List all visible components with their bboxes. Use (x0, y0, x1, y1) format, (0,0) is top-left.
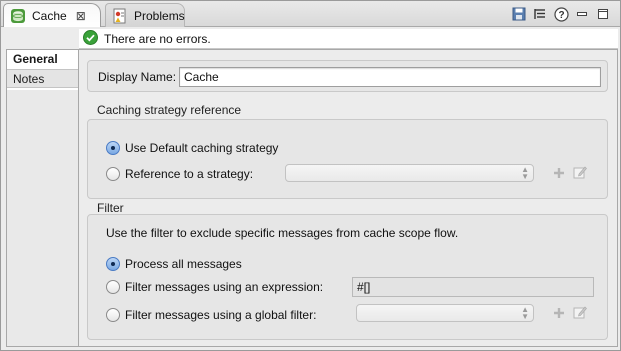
radio-button[interactable] (106, 257, 120, 271)
radio-process-all[interactable]: Process all messages (106, 257, 242, 271)
display-name-input[interactable]: Cache (179, 67, 601, 87)
help-icon[interactable]: ? (552, 5, 570, 23)
problems-icon (112, 8, 128, 24)
radio-button[interactable] (106, 280, 120, 294)
expression-input[interactable]: #[] (352, 277, 594, 297)
tab-problems-label: Problems (134, 8, 185, 23)
add-icon[interactable] (552, 306, 566, 320)
radio-filter-expression-label: Filter messages using an expression: (125, 280, 324, 294)
status-text: There are no errors. (104, 31, 211, 46)
strategy-select[interactable]: ▲ ▼ (285, 164, 534, 182)
save-icon[interactable] (510, 5, 528, 23)
tab-problems[interactable]: Problems (105, 3, 185, 27)
edit-icon[interactable] (573, 165, 587, 179)
nav-empty-area (7, 90, 78, 346)
radio-default-strategy[interactable]: Use Default caching strategy (106, 141, 278, 155)
nav-item-label: General (13, 52, 58, 66)
radio-reference-strategy[interactable]: Reference to a strategy: (106, 167, 253, 181)
section-nav: General Notes (6, 49, 78, 347)
updown-arrows-icon: ▲ ▼ (521, 165, 529, 181)
nav-item-general[interactable]: General (7, 50, 78, 69)
database-icon (10, 8, 26, 24)
caching-strategy-group: Use Default caching strategy Reference t… (87, 119, 608, 199)
minimize-icon[interactable] (573, 5, 591, 23)
editor-window: Cache ⊠ Problems ? There are no errors. … (0, 0, 621, 351)
filter-title: Filter (97, 201, 124, 215)
close-icon[interactable]: ⊠ (76, 9, 86, 23)
validation-status: There are no errors. (79, 29, 618, 49)
nav-item-label: Notes (13, 72, 45, 86)
tab-bar: Cache ⊠ Problems ? (1, 1, 620, 27)
radio-button[interactable] (106, 141, 120, 155)
check-circle-icon (83, 29, 98, 48)
general-panel: Display Name: Cache Caching strategy ref… (78, 49, 618, 347)
radio-default-strategy-label: Use Default caching strategy (125, 141, 279, 155)
display-name-group: Display Name: Cache (87, 60, 608, 92)
filter-group: Use the filter to exclude specific messa… (87, 214, 608, 340)
tab-cache[interactable]: Cache ⊠ (3, 3, 101, 27)
filter-description: Use the filter to exclude specific messa… (106, 226, 459, 240)
radio-button[interactable] (106, 308, 120, 322)
tab-cache-label: Cache (32, 8, 67, 23)
global-filter-select[interactable]: ▲ ▼ (356, 304, 534, 322)
nav-item-notes[interactable]: Notes (7, 69, 78, 88)
edit-icon[interactable] (573, 305, 587, 319)
maximize-icon[interactable] (594, 5, 612, 23)
svg-text:?: ? (558, 10, 564, 21)
radio-reference-strategy-label: Reference to a strategy: (125, 167, 254, 181)
radio-filter-expression[interactable]: Filter messages using an expression: (106, 280, 323, 294)
outline-icon[interactable] (531, 5, 549, 23)
radio-filter-global[interactable]: Filter messages using a global filter: (106, 308, 316, 322)
updown-arrows-icon: ▲ ▼ (521, 305, 529, 321)
editor-toolbar: ? (510, 5, 612, 23)
radio-filter-global-label: Filter messages using a global filter: (125, 308, 317, 322)
radio-process-all-label: Process all messages (125, 257, 242, 271)
add-icon[interactable] (552, 166, 566, 180)
radio-button[interactable] (106, 167, 120, 181)
display-name-label: Display Name: (98, 70, 177, 84)
caching-strategy-title: Caching strategy reference (97, 103, 242, 117)
